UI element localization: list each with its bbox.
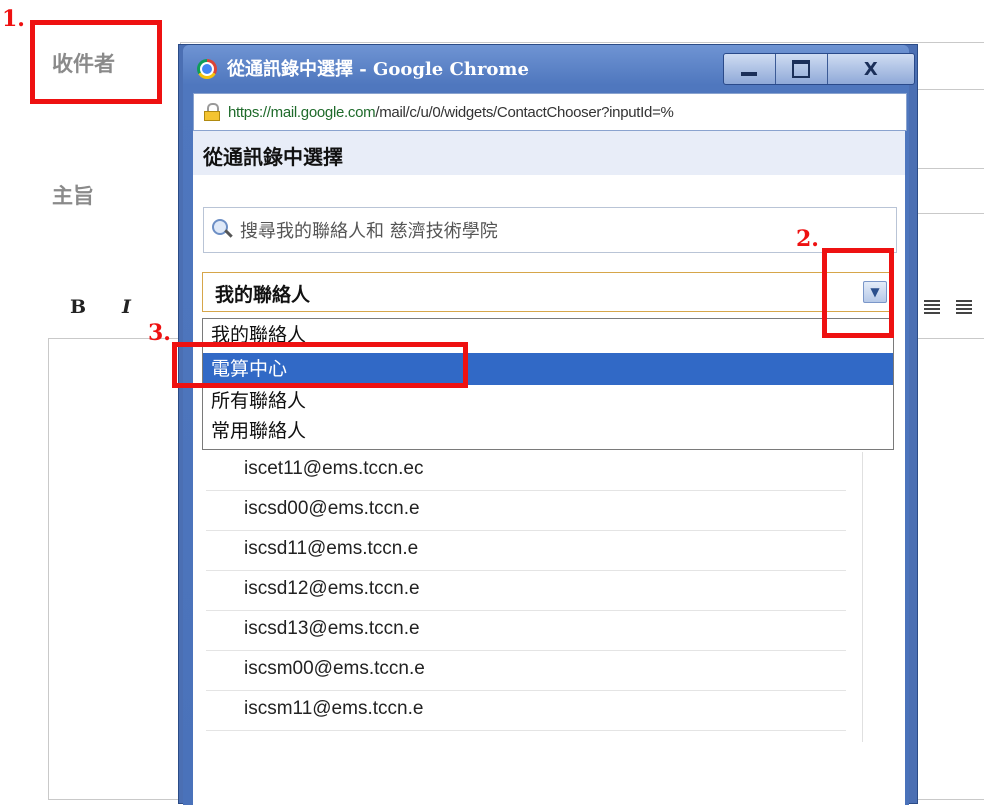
contact-row[interactable]: iscet11@ems.tccn.ec bbox=[206, 452, 846, 491]
search-placeholder: 搜尋我的聯絡人和 慈濟技術學院 bbox=[240, 221, 498, 242]
contact-search-input[interactable]: 搜尋我的聯絡人和 慈濟技術學院 bbox=[203, 207, 897, 253]
contact-row[interactable]: iscsd13@ems.tccn.e bbox=[206, 612, 846, 651]
chooser-header: 從通訊錄中選擇 bbox=[193, 131, 905, 175]
italic-button[interactable]: I bbox=[122, 296, 131, 318]
address-bar[interactable]: https://mail.google.com/mail/c/u/0/widge… bbox=[193, 93, 907, 131]
annotation-step-3-box bbox=[172, 342, 468, 388]
maximize-button[interactable] bbox=[776, 54, 828, 84]
contact-email: iscsd11@ems.tccn.e bbox=[244, 538, 419, 559]
contact-row[interactable]: iscsm11@ems.tccn.e bbox=[206, 692, 846, 731]
contact-row[interactable]: iscsd00@ems.tccn.e bbox=[206, 492, 846, 531]
url-text: https://mail.google.com/mail/c/u/0/widge… bbox=[228, 104, 674, 121]
contact-email: iscsd13@ems.tccn.e bbox=[244, 618, 420, 639]
contact-row[interactable]: iscsd11@ems.tccn.e bbox=[206, 532, 846, 571]
window-title: 從通訊錄中選擇 - Google Chrome bbox=[227, 59, 529, 80]
annotation-step-1-number: 1. bbox=[2, 6, 25, 32]
annotation-step-2-box bbox=[822, 248, 894, 338]
window-titlebar[interactable]: 從通訊錄中選擇 - Google Chrome X bbox=[183, 45, 915, 89]
contact-email: iscsd00@ems.tccn.e bbox=[244, 498, 420, 519]
group-select-value: 我的聯絡人 bbox=[215, 284, 311, 306]
annotation-step-1-box bbox=[30, 20, 162, 104]
contact-row[interactable]: iscsd12@ems.tccn.e bbox=[206, 572, 846, 611]
window-controls: X bbox=[723, 53, 915, 85]
contact-email: iscsd12@ems.tccn.e bbox=[244, 578, 420, 599]
contact-email: iscsm00@ems.tccn.e bbox=[244, 658, 425, 679]
minimize-icon bbox=[741, 72, 758, 76]
contact-row[interactable]: iscsm00@ems.tccn.e bbox=[206, 652, 846, 691]
url-scheme: https:// bbox=[228, 103, 271, 121]
url-path: /mail/c/u/0/widgets/ContactChooser?input… bbox=[375, 103, 674, 121]
group-option[interactable]: 常用聯絡人 bbox=[203, 415, 893, 447]
subject-label: 主旨 bbox=[52, 184, 94, 208]
search-icon bbox=[212, 219, 234, 241]
contact-list-divider bbox=[862, 452, 863, 742]
group-select[interactable]: 我的聯絡人 ▼ bbox=[202, 272, 894, 312]
group-option[interactable]: 所有聯絡人 bbox=[203, 385, 893, 417]
contact-email: iscet11@ems.tccn.ec bbox=[244, 458, 424, 479]
align-right-icon[interactable] bbox=[956, 300, 972, 314]
close-button[interactable]: X bbox=[828, 54, 914, 84]
lock-icon bbox=[204, 103, 220, 121]
chrome-icon bbox=[197, 59, 217, 79]
align-center-icon[interactable] bbox=[924, 300, 940, 314]
minimize-button[interactable] bbox=[724, 54, 776, 84]
contact-email: iscsm11@ems.tccn.e bbox=[244, 698, 424, 719]
url-domain: mail.google.com bbox=[270, 103, 376, 121]
maximize-icon bbox=[792, 60, 811, 78]
annotation-step-2-number: 2. bbox=[796, 226, 819, 252]
annotation-step-3-number: 3. bbox=[148, 320, 171, 346]
chooser-heading: 從通訊錄中選擇 bbox=[203, 145, 343, 169]
bold-button[interactable]: B bbox=[70, 296, 86, 318]
